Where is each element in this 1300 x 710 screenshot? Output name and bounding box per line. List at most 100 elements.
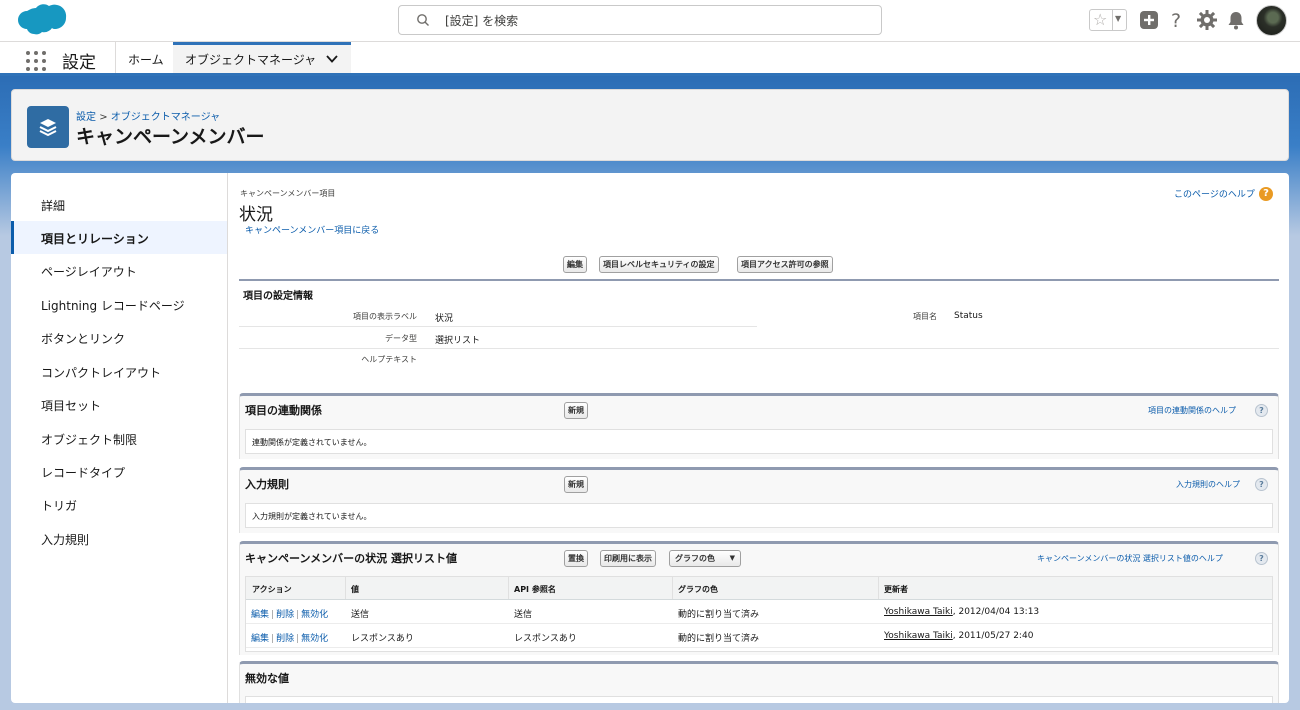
validation-rules-section: 入力規則 新規 入力規則のヘルプ ? 入力規則が定義されていません。 <box>239 467 1279 533</box>
favorites-button[interactable]: ☆ ▼ <box>1089 9 1127 31</box>
picklist-help-link[interactable]: キャンペーンメンバーの状況 選択リスト値のヘルプ <box>1037 553 1223 564</box>
modified-date: , 2011/05/27 2:40 <box>952 631 1034 641</box>
modified-by-user-link[interactable]: Yoshikawa Taiki <box>884 607 953 617</box>
column-header-api-name: API 参照名 <box>514 585 556 594</box>
printable-view-button[interactable]: 印刷用に表示 <box>600 550 656 567</box>
favorites-menu-caret-icon[interactable]: ▼ <box>1115 14 1121 23</box>
object-sidebar: 詳細 項目とリレーション ページレイアウト Lightning レコードページ … <box>11 173 228 703</box>
chevron-down-icon[interactable] <box>325 52 339 66</box>
edit-button[interactable]: 編集 <box>563 256 587 273</box>
dependencies-help-link[interactable]: 項目の連動関係のヘルプ <box>1148 405 1236 416</box>
field-definition-section: 項目の設定情報 項目の表示ラベル 状況 データ型 選択リスト ヘルプテキスト 項… <box>239 279 1279 371</box>
star-icon: ☆ <box>1093 10 1108 29</box>
breadcrumb: 設定 > オブジェクトマネージャ <box>76 108 220 123</box>
new-dependency-button[interactable]: 新規 <box>564 402 588 419</box>
table-row: 編集 | 削除 | 無効化 送信 送信 動的に割り当て済み Yoshikawa Taik… <box>246 600 1272 624</box>
action-separator: | <box>271 634 275 644</box>
empty-list-message: 連動関係が定義されていません。 <box>245 429 1273 454</box>
global-header: [設定] を検索 ☆ ▼ ? <box>0 0 1300 42</box>
section-title: 項目の設定情報 <box>243 291 313 302</box>
main-card: 詳細 項目とリレーション ページレイアウト Lightning レコードページ … <box>11 173 1289 703</box>
sidebar-item-compact-layouts[interactable]: コンパクトレイアウト <box>11 355 227 388</box>
edit-link[interactable]: 編集 <box>251 610 269 620</box>
layers-icon <box>39 119 57 137</box>
app-navigation-bar: 設定 ホーム オブジェクトマネージャ <box>0 42 1300 76</box>
field-title: 状況 <box>239 205 273 225</box>
action-separator: | <box>296 634 300 644</box>
modified-by: Yoshikawa Taiki, 2012/04/04 13:13 <box>884 607 1039 617</box>
column-divider <box>345 577 346 599</box>
modified-by-user-link[interactable]: Yoshikawa Taiki <box>884 631 953 641</box>
chart-colors-button[interactable]: グラフの色 ▼ <box>669 550 741 567</box>
row-divider <box>239 326 757 327</box>
row-divider <box>239 348 1279 349</box>
validation-help-link[interactable]: 入力規則のヘルプ <box>1176 479 1240 490</box>
sidebar-item-field-sets[interactable]: 項目セット <box>11 388 227 421</box>
salesforce-logo[interactable] <box>14 3 68 39</box>
field-security-button[interactable]: 項目レベルセキュリティの設定 <box>599 256 719 273</box>
user-avatar[interactable] <box>1256 5 1287 36</box>
column-header-value: 値 <box>351 585 359 594</box>
field-dependencies-section: 項目の連動関係 新規 項目の連動関係のヘルプ ? 連動関係が定義されていません。 <box>239 393 1279 459</box>
empty-text: 入力規則が定義されていません。 <box>252 512 372 521</box>
new-validation-rule-button[interactable]: 新規 <box>564 476 588 493</box>
field-label-label: 項目の表示ラベル <box>353 312 417 321</box>
sidebar-item-fields-relationships[interactable]: 項目とリレーション <box>11 221 227 254</box>
svg-text:?: ? <box>1171 10 1181 31</box>
sidebar-item-validation-rules[interactable]: 入力規則 <box>11 522 227 555</box>
tab-object-manager[interactable]: オブジェクトマネージャ <box>173 42 351 73</box>
tab-object-manager-label: オブジェクトマネージャ <box>185 53 317 67</box>
chart-color: 動的に割り当て済み <box>678 610 760 620</box>
app-launcher-waffle-icon[interactable] <box>26 51 46 71</box>
sidebar-item-page-layouts[interactable]: ページレイアウト <box>11 254 227 287</box>
sidebar-item-object-limits[interactable]: オブジェクト制限 <box>11 422 227 455</box>
deactivate-link[interactable]: 無効化 <box>301 610 328 620</box>
sidebar-item-label: 詳細 <box>41 199 66 213</box>
global-search-input[interactable]: [設定] を検索 <box>398 5 882 35</box>
picklist-value: レスポンスあり <box>351 634 414 644</box>
sidebar-item-record-types[interactable]: レコードタイプ <box>11 455 227 488</box>
tab-home[interactable]: ホーム <box>128 51 164 68</box>
field-name-label: 項目名 <box>913 312 937 321</box>
column-header-chart-color: グラフの色 <box>678 585 718 594</box>
section-title: 無効な値 <box>245 672 289 685</box>
sidebar-item-details[interactable]: 詳細 <box>11 188 227 221</box>
replace-button[interactable]: 置換 <box>564 550 588 567</box>
empty-text: 連動関係が定義されていません。 <box>252 438 372 447</box>
row-actions: 編集 | 削除 | 無効化 <box>251 607 328 620</box>
help-question-icon[interactable]: ? <box>1255 404 1268 417</box>
back-to-fields-link[interactable]: キャンペーンメンバー項目に戻る <box>245 223 379 236</box>
notifications-bell-icon[interactable] <box>1225 9 1247 31</box>
global-actions-plus-icon[interactable] <box>1138 9 1160 31</box>
page-title: キャンペーンメンバー <box>76 126 265 148</box>
chart-colors-label: グラフの色 <box>675 554 715 563</box>
api-name: 送信 <box>514 610 533 620</box>
help-question-icon[interactable]: ? <box>1255 478 1268 491</box>
page-help-link[interactable]: このページのヘルプ <box>1174 187 1255 200</box>
sidebar-item-label: ページレイアウト <box>41 265 137 279</box>
table-header: アクション 値 API 参照名 グラフの色 更新者 <box>246 577 1272 600</box>
table-row: 編集 | 削除 | 無効化 レスポンスあり レスポンスあり 動的に割り当て済み Yosh… <box>246 624 1272 648</box>
sidebar-item-label: ボタンとリンク <box>41 332 126 346</box>
sidebar-item-triggers[interactable]: トリガ <box>11 488 227 521</box>
help-icon[interactable]: ? <box>1165 9 1187 31</box>
help-question-icon[interactable]: ? <box>1255 552 1268 565</box>
setup-gear-icon[interactable] <box>1196 9 1218 31</box>
section-title: 入力規則 <box>245 478 289 491</box>
action-separator: | <box>271 610 275 620</box>
deactivate-link[interactable]: 無効化 <box>301 634 328 644</box>
column-header-modified-by: 更新者 <box>884 585 908 594</box>
delete-link[interactable]: 削除 <box>276 634 294 644</box>
sidebar-item-label: 項目セット <box>41 399 102 413</box>
delete-link[interactable]: 削除 <box>276 610 294 620</box>
empty-list-message: 入力規則が定義されていません。 <box>245 503 1273 528</box>
edit-link[interactable]: 編集 <box>251 634 269 644</box>
picklist-value: 送信 <box>351 610 370 620</box>
inactive-values-section: 無効な値 <box>239 661 1279 703</box>
inactive-values-list <box>245 696 1273 703</box>
sidebar-item-buttons-links[interactable]: ボタンとリンク <box>11 321 227 354</box>
sidebar-item-lightning-record-pages[interactable]: Lightning レコードページ <box>11 288 227 321</box>
help-question-icon[interactable]: ? <box>1259 187 1273 201</box>
action-separator: | <box>296 610 300 620</box>
field-access-button[interactable]: 項目アクセス許可の参照 <box>737 256 833 273</box>
